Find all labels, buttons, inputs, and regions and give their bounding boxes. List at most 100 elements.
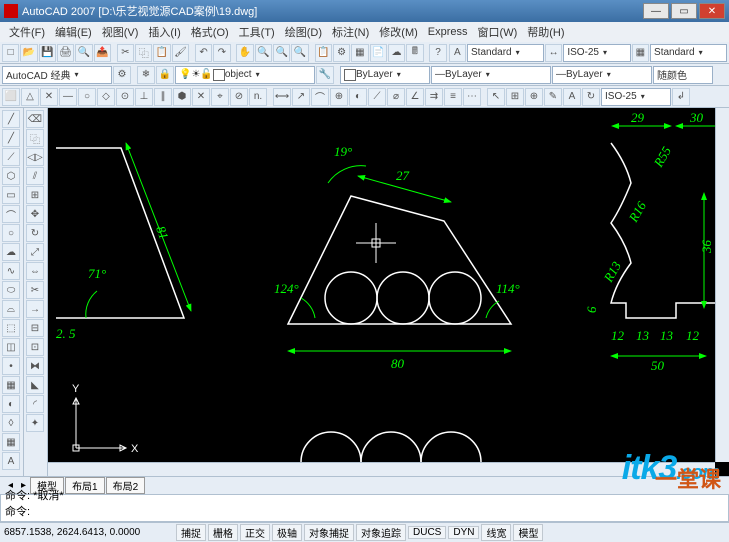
zoom-rt-icon[interactable]: 🔍 (255, 44, 272, 62)
erase-icon[interactable]: ⌫ (26, 110, 44, 128)
hatch-icon[interactable]: ▦ (2, 376, 20, 394)
lwt-toggle[interactable]: 线宽 (481, 524, 511, 541)
bycolor-combo[interactable]: 随颜色 (653, 66, 713, 84)
point-icon[interactable]: • (2, 357, 20, 375)
osnap-nod-icon[interactable]: ✕ (192, 88, 210, 106)
polar-toggle[interactable]: 极轴 (272, 524, 302, 541)
make-block-icon[interactable]: ◫ (2, 338, 20, 356)
menu-window[interactable]: 窗口(W) (473, 24, 523, 40)
explode-icon[interactable]: ✦ (26, 414, 44, 432)
snap-toggle[interactable]: 捕捉 (176, 524, 206, 541)
osnap-tan-icon[interactable]: ⊙ (116, 88, 134, 106)
dim-arc-icon[interactable]: ⌒ (311, 88, 329, 106)
ortho-toggle[interactable]: 正交 (240, 524, 270, 541)
copy-icon[interactable]: ⿻ (135, 44, 152, 62)
dim-aligned-icon[interactable]: ↗ (292, 88, 310, 106)
osnap-set-icon[interactable]: n. (249, 88, 267, 106)
xline-icon[interactable]: ╱ (2, 129, 20, 147)
dim-ord-icon[interactable]: ⊕ (330, 88, 348, 106)
match-icon[interactable]: 🖌 (172, 44, 189, 62)
calc-icon[interactable]: 🖩 (406, 44, 423, 62)
gradient-icon[interactable]: ◐ (2, 395, 20, 413)
osnap-per-icon[interactable]: ⊥ (135, 88, 153, 106)
vertical-scrollbar[interactable] (715, 108, 729, 462)
osnap-end-icon[interactable]: ⬜ (2, 88, 20, 106)
zoom-win-icon[interactable]: 🔍 (273, 44, 290, 62)
menu-draw[interactable]: 绘图(D) (280, 24, 327, 40)
color-combo[interactable]: ByLayer▾ (340, 66, 430, 84)
osnap-cen-icon[interactable]: ○ (78, 88, 96, 106)
osnap-int-icon[interactable]: ✕ (40, 88, 58, 106)
linetype-combo[interactable]: — ByLayer▾ (431, 66, 551, 84)
menu-insert[interactable]: 插入(I) (143, 24, 185, 40)
table-icon[interactable]: ▦ (2, 433, 20, 451)
maximize-button[interactable]: ▭ (671, 3, 697, 19)
redo-icon[interactable]: ↷ (213, 44, 230, 62)
menu-format[interactable]: 格式(O) (186, 24, 234, 40)
close-button[interactable]: ✕ (699, 3, 725, 19)
array-icon[interactable]: ⊞ (26, 186, 44, 204)
workspace-combo[interactable]: AutoCAD 经典▾ (2, 66, 112, 84)
mtext-icon[interactable]: A (2, 452, 20, 470)
scale-icon[interactable]: ⤢ (26, 243, 44, 261)
dyn-toggle[interactable]: DYN (448, 526, 479, 539)
osnap-nea-icon[interactable]: ⌖ (211, 88, 229, 106)
menu-dimension[interactable]: 标注(N) (327, 24, 374, 40)
menu-help[interactable]: 帮助(H) (522, 24, 569, 40)
menu-view[interactable]: 视图(V) (97, 24, 144, 40)
dim-tol-icon[interactable]: ⊞ (506, 88, 524, 106)
properties-icon[interactable]: 📋 (315, 44, 332, 62)
osnap-ins-icon[interactable]: ⬢ (173, 88, 191, 106)
dim-linear-icon[interactable]: ⟷ (273, 88, 291, 106)
rotate-icon[interactable]: ↻ (26, 224, 44, 242)
lineweight-combo[interactable]: — ByLayer▾ (552, 66, 652, 84)
osnap-ext-icon[interactable]: — (59, 88, 77, 106)
menu-file[interactable]: 文件(F) (4, 24, 50, 40)
mirror-icon[interactable]: ◁▷ (26, 148, 44, 166)
new-icon[interactable]: □ (2, 44, 19, 62)
osnap-mid-icon[interactable]: △ (21, 88, 39, 106)
dim-tedit-icon[interactable]: A (563, 88, 581, 106)
menu-express[interactable]: Express (423, 26, 473, 38)
fillet-icon[interactable]: ◜ (26, 395, 44, 413)
osnap-toggle[interactable]: 对象捕捉 (304, 524, 354, 541)
dim-leader-icon[interactable]: ↖ (487, 88, 505, 106)
table-style-icon[interactable]: ▦ (632, 44, 649, 62)
model-toggle[interactable]: 模型 (513, 524, 543, 541)
help-icon[interactable]: ? (429, 44, 446, 62)
ducs-toggle[interactable]: DUCS (408, 526, 446, 539)
offset-icon[interactable]: ⫽ (26, 167, 44, 185)
layer-combo[interactable]: 💡☀🔓 object▾ (175, 66, 315, 84)
minimize-button[interactable]: — (643, 3, 669, 19)
rectangle-icon[interactable]: ▭ (2, 186, 20, 204)
pline-icon[interactable]: ⟋ (2, 148, 20, 166)
sheetset-icon[interactable]: 📄 (370, 44, 387, 62)
spline-icon[interactable]: ∿ (2, 262, 20, 280)
osnap-qua-icon[interactable]: ◇ (97, 88, 115, 106)
osnap-par-icon[interactable]: ∥ (154, 88, 172, 106)
open-icon[interactable]: 📂 (20, 44, 37, 62)
ellipse-arc-icon[interactable]: ⌓ (2, 300, 20, 318)
pan-icon[interactable]: ✋ (236, 44, 253, 62)
arc-icon[interactable]: ⌒ (2, 205, 20, 223)
horizontal-scrollbar[interactable] (48, 462, 715, 476)
copy-obj-icon[interactable]: ⿻ (26, 129, 44, 147)
layer-freeze-icon[interactable]: ❄ (137, 66, 155, 84)
stretch-icon[interactable]: ⇔ (26, 262, 44, 280)
trim-icon[interactable]: ✂ (26, 281, 44, 299)
cut-icon[interactable]: ✂ (117, 44, 134, 62)
dim-style-icon[interactable]: ↔ (545, 44, 562, 62)
dim-radius-icon[interactable]: ◐ (349, 88, 367, 106)
dim-edit-icon[interactable]: ✎ (544, 88, 562, 106)
dim-quick-icon[interactable]: ⇉ (425, 88, 443, 106)
insert-block-icon[interactable]: ⬚ (2, 319, 20, 337)
osnap-non-icon[interactable]: ⊘ (230, 88, 248, 106)
print-icon[interactable]: 🖨 (57, 44, 74, 62)
join-icon[interactable]: ⧓ (26, 357, 44, 375)
dim-cont-icon[interactable]: ⋯ (463, 88, 481, 106)
workspace-settings-icon[interactable]: ⚙ (113, 66, 131, 84)
dim-style-combo-a[interactable]: ISO-25▾ (563, 44, 630, 62)
command-line[interactable]: 命令: *取消* 命令: (0, 494, 729, 522)
polygon-icon[interactable]: ⬡ (2, 167, 20, 185)
dim-dia-icon[interactable]: ⌀ (387, 88, 405, 106)
